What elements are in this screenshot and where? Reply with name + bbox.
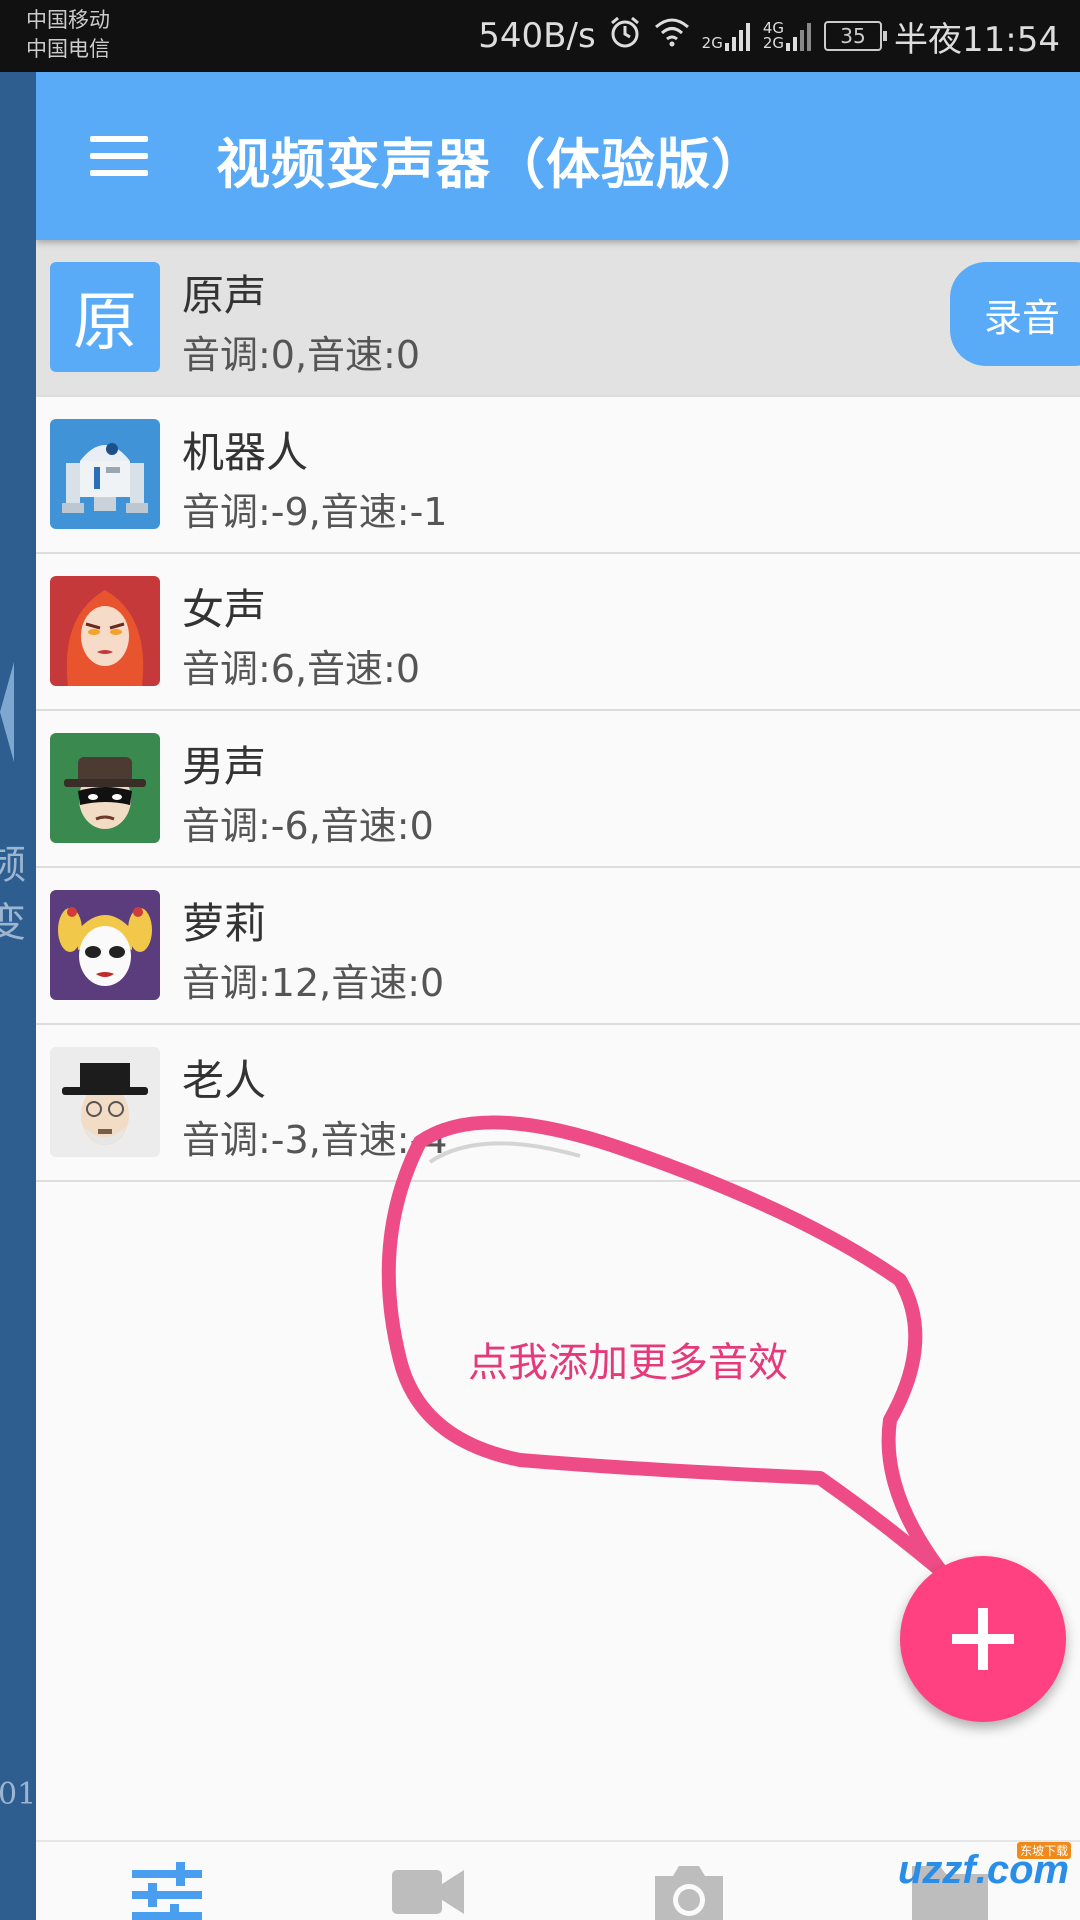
- battery-icon: 35: [824, 21, 888, 51]
- status-indicators: 540B/s 2G 4G 2G 35 半夜11:54: [478, 12, 1060, 60]
- girl-clown-icon: [50, 890, 160, 1000]
- voice-list: 原 原声 音调:0,音速:0 录音 机器人 音调:-9,音速:-1 女声 音调:…: [36, 240, 1080, 1182]
- annotation-text: 点我添加更多音效: [468, 1340, 788, 1386]
- robot-icon: [50, 419, 160, 529]
- voice-name: 女声: [182, 585, 267, 634]
- tab-video[interactable]: 视频: [558, 1842, 819, 1920]
- voice-params: 音调:12,音速:0: [182, 961, 445, 1005]
- voice-name: 原声: [182, 271, 267, 320]
- old-man-icon: [50, 1047, 160, 1157]
- background-app-number: 01: [0, 1777, 36, 1812]
- camera-icon: [651, 1862, 727, 1920]
- net-type-1: 2G: [701, 34, 723, 52]
- voice-params: 音调:-9,音速:-1: [182, 490, 448, 534]
- watermark-tag: 东坡下载: [1017, 1842, 1072, 1859]
- yuan-char-icon: 原: [50, 262, 160, 372]
- back-arrow-shape: [0, 662, 14, 762]
- clock: 半夜11:54: [894, 19, 1060, 60]
- voice-name: 萝莉: [182, 899, 267, 948]
- voice-name: 男声: [182, 742, 267, 791]
- voice-params: 音调:-3,音速:-4: [182, 1118, 448, 1162]
- voice-name: 老人: [182, 1056, 267, 1105]
- tab-tuning[interactable]: 调音: [36, 1842, 297, 1920]
- toolbar: 视频变声器（体验版）: [36, 72, 1080, 240]
- voice-params: 音调:0,音速:0: [182, 333, 421, 377]
- voice-item-female[interactable]: 女声 音调:6,音速:0: [36, 554, 1080, 711]
- record-button[interactable]: 录音: [950, 262, 1080, 366]
- female-face-icon: [50, 576, 160, 686]
- background-app-text: 频变: [0, 842, 26, 946]
- wifi-icon: [654, 16, 690, 56]
- alarm-icon: [608, 15, 642, 58]
- video-camera-icon: [391, 1862, 464, 1920]
- signal-2: 4G 2G: [763, 21, 812, 51]
- status-bar: 中国移动 中国电信 540B/s 2G 4G 2G 35 半夜11:54: [0, 0, 1080, 72]
- voice-item-robot[interactable]: 机器人 音调:-9,音速:-1: [36, 397, 1080, 554]
- masked-man-icon: [50, 733, 160, 843]
- voice-params: 音调:-6,音速:0: [182, 804, 434, 848]
- voice-item-male[interactable]: 男声 音调:-6,音速:0: [36, 711, 1080, 868]
- background-app-strip: 频变 01: [0, 72, 36, 1920]
- voice-item-elderly[interactable]: 老人 音调:-3,音速:-4: [36, 1025, 1080, 1182]
- signal-1: 2G: [702, 21, 751, 51]
- plus-icon: [952, 1608, 1014, 1670]
- tab-screen-record[interactable]: 录屏: [297, 1842, 558, 1920]
- watermark-logo: uzzf.com 东坡下载: [898, 1842, 1072, 1893]
- page-title: 视频变声器（体验版）: [216, 133, 766, 196]
- signal-bars-dotted-icon: [786, 23, 812, 51]
- sliders-icon: [131, 1862, 202, 1920]
- carrier-labels: 中国移动 中国电信: [26, 6, 110, 64]
- add-effect-button[interactable]: [900, 1556, 1066, 1722]
- signal-bars-icon: [724, 23, 750, 51]
- carrier-2: 中国电信: [26, 37, 110, 61]
- carrier-1: 中国移动: [26, 8, 110, 32]
- voice-name: 机器人: [182, 428, 309, 477]
- voice-item-original[interactable]: 原 原声 音调:0,音速:0 录音: [36, 240, 1080, 397]
- voice-item-loli[interactable]: 萝莉 音调:12,音速:0: [36, 868, 1080, 1025]
- network-speed: 540B/s: [478, 16, 596, 56]
- menu-icon[interactable]: [90, 136, 148, 176]
- net-type-2b: 2G: [762, 34, 785, 52]
- voice-params: 音调:6,音速:0: [182, 647, 421, 691]
